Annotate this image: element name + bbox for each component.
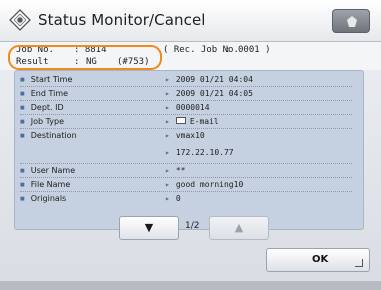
detail-label: Destination (20, 131, 77, 140)
page-title: Status Monitor/Cancel (38, 11, 206, 29)
detail-label: Dept. ID (20, 103, 64, 112)
ok-label: OK (312, 254, 329, 265)
result-highlight-outline (8, 45, 162, 70)
arrow-up-icon: ▲ (234, 221, 244, 234)
detail-value: E-mail (165, 117, 219, 126)
ok-button[interactable]: OK (266, 248, 370, 272)
detail-value: vmax10 (165, 131, 205, 140)
pager: ▼ 1/2 ▲ (119, 216, 269, 240)
detail-row: File Name good morning10 (20, 179, 352, 192)
detail-value: 0 (165, 194, 181, 203)
return-corner-icon (355, 259, 363, 267)
detail-value: 2009 01/21 04:05 (165, 89, 253, 98)
title-bar: Status Monitor/Cancel (0, 0, 381, 42)
detail-value: good morning10 (165, 180, 243, 189)
page-up-button[interactable]: ▲ (209, 216, 269, 240)
detail-value: 0000014 (165, 103, 210, 112)
detail-label: End Time (20, 89, 68, 98)
detail-row: Job Type E-mail (20, 116, 352, 129)
detail-row: Dept. ID 0000014 (20, 102, 352, 115)
stop-icon (347, 16, 357, 27)
page-indicator: 1/2 (185, 221, 200, 231)
status-monitor-icon (9, 9, 31, 31)
detail-label: Start Time (20, 75, 73, 84)
detail-row: Originals 0 (20, 193, 352, 206)
arrow-down-icon: ▼ (144, 221, 154, 234)
detail-label: User Name (20, 166, 75, 175)
rec-job-no-colon: : (225, 45, 231, 55)
detail-label: Job Type (20, 117, 64, 126)
detail-label: Originals (20, 194, 66, 203)
rec-job-no-value: 0001 ) (238, 45, 271, 55)
email-icon (175, 117, 186, 124)
detail-row: Start Time 2009 01/21 04:04 (20, 74, 352, 87)
page-down-button[interactable]: ▼ (119, 216, 179, 240)
detail-label: File Name (20, 180, 71, 189)
detail-row: 172.22.10.77 (20, 144, 352, 164)
stop-button[interactable] (332, 9, 370, 33)
bottom-bar (0, 281, 381, 290)
detail-row: End Time 2009 01/21 04:05 (20, 88, 352, 101)
screen: Status Monitor/Cancel Job No. : 8814 ( R… (0, 0, 381, 290)
detail-value: 172.22.10.77 (165, 148, 234, 157)
detail-row: User Name ** (20, 165, 352, 178)
job-type-value: E-mail (189, 117, 219, 126)
detail-value: ** (165, 166, 186, 175)
detail-value: 2009 01/21 04:04 (165, 75, 253, 84)
detail-row: Destination vmax10 (20, 130, 352, 143)
